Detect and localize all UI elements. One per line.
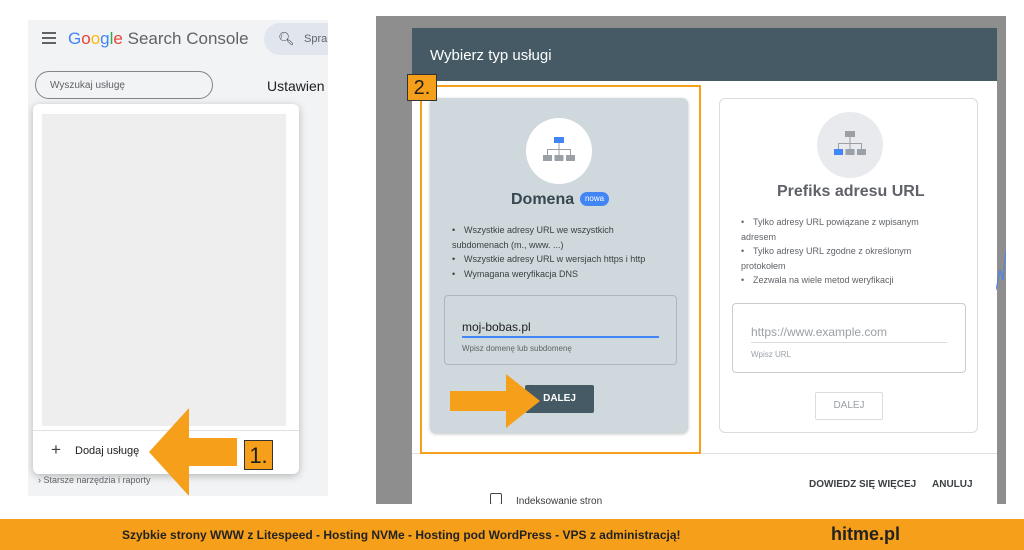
url-bullet-list: • Tylko adresy URL powiązane z wpisanym a… (741, 215, 971, 288)
search-icon: 🔍︎ (278, 31, 295, 46)
cancel-button[interactable]: ANULUJ (932, 479, 973, 490)
step-1-label: 1. (244, 440, 273, 470)
learn-more-button[interactable]: DOWIEDZ SIĘ WIĘCEJ (809, 479, 916, 490)
bullet-item-continuation: adresem (741, 231, 777, 242)
add-property-label: Dodaj usługę (75, 445, 140, 457)
url-prefix-sitemap-icon (834, 131, 866, 155)
url-icon-circle (817, 112, 883, 178)
page-indexing-menu-item: Indeksowanie stron (516, 496, 603, 504)
blurred-property-list (42, 114, 286, 426)
plus-icon: + (51, 440, 61, 459)
app-header: Google Search Console 🔍︎ Spra (28, 20, 328, 60)
orange-arrow-right-icon (450, 374, 540, 428)
dialog-header: Wybierz typ usługi (412, 28, 997, 81)
dialog-title: Wybierz typ usługi (430, 47, 552, 64)
url-prefix-card[interactable]: Prefiks adresu URL • Tylko adresy URL pow… (719, 98, 978, 433)
bullet-item: • Tylko adresy URL zgodne z określonym (741, 246, 912, 256)
older-tools-link[interactable]: › Starsze narzędzia i raporty (38, 475, 151, 485)
url-next-button[interactable]: DALEJ (815, 392, 883, 420)
settings-title: Ustawien (267, 78, 325, 94)
url-input-placeholder[interactable]: https://www.example.com (751, 325, 887, 339)
top-search-text: Spra (304, 33, 328, 45)
brand-link[interactable]: hitme.pl (831, 524, 900, 545)
promo-banner: Szybkie strony WWW z Litespeed - Hosting… (0, 519, 1024, 550)
promo-banner-text: Szybkie strony WWW z Litespeed - Hosting… (122, 528, 681, 542)
app-name: Search Console (127, 29, 249, 48)
bullet-item-continuation: protokołem (741, 260, 786, 271)
property-search-input[interactable]: Wyszukaj usługę (35, 71, 213, 99)
top-search-bar[interactable]: 🔍︎ Spra (264, 23, 328, 55)
step-2-label: 2. (407, 74, 437, 101)
google-search-console-logo: Google Search Console (68, 29, 249, 48)
bullet-item: • Zezwala na wiele metod weryfikacji (741, 275, 894, 285)
background-chart-fragment (996, 249, 1006, 291)
property-search-placeholder: Wyszukaj usługę (50, 80, 125, 91)
url-input-field[interactable]: https://www.example.com Wpisz URL (732, 303, 966, 373)
menu-icon[interactable] (42, 32, 56, 44)
url-prefix-card-title: Prefiks adresu URL (777, 183, 925, 200)
url-input-underline (751, 342, 947, 343)
bullet-item: • Tylko adresy URL powiązane z wpisanym (741, 217, 919, 227)
url-input-hint: Wpisz URL (751, 350, 792, 359)
orange-arrow-left-icon (149, 408, 237, 496)
page-indexing-icon (490, 493, 502, 504)
